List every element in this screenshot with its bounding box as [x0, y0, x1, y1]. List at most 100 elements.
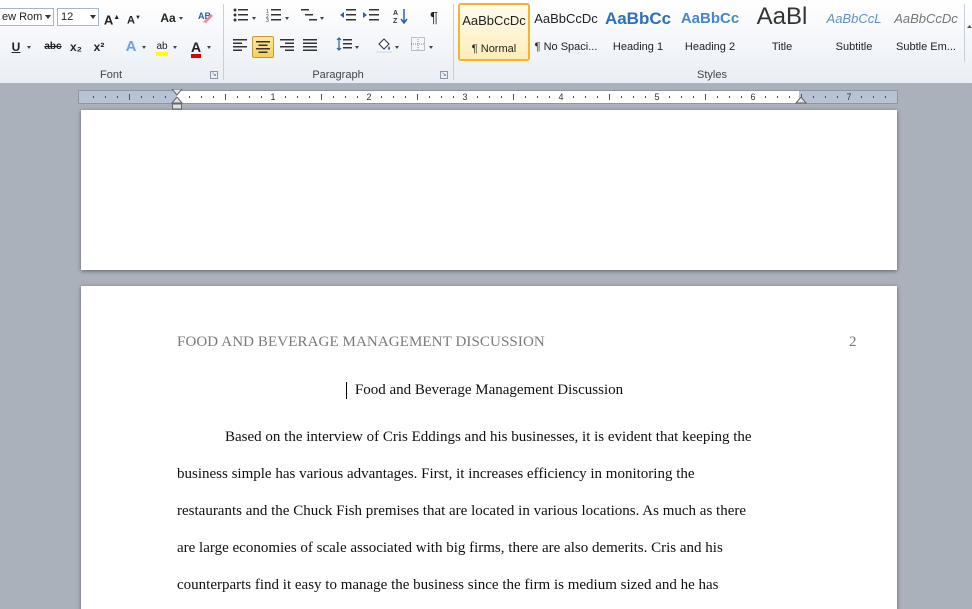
borders-icon	[411, 37, 425, 51]
page-1[interactable]	[81, 110, 897, 270]
text-effects-icon: A	[125, 38, 137, 55]
ruler-tick	[501, 96, 502, 98]
ruler-tick	[129, 94, 130, 100]
right-indent-marker[interactable]	[795, 97, 807, 105]
pilcrow-icon: ¶	[429, 9, 439, 26]
font-size-dropdown[interactable]: 12	[57, 8, 99, 26]
svg-text:3: 3	[266, 18, 269, 22]
ruler-tick	[453, 96, 454, 98]
multilevel-list-button[interactable]	[299, 8, 324, 28]
chevron-down-icon	[355, 46, 359, 49]
chevron-down-icon	[179, 17, 183, 20]
sort-icon: AZ	[393, 9, 408, 25]
change-case-button[interactable]: Aa	[155, 8, 183, 28]
superscript-icon: x²	[93, 40, 105, 54]
ruler-tick	[489, 96, 490, 98]
shrink-font-icon: A	[127, 14, 135, 27]
ruler-tick	[633, 96, 634, 98]
superscript-button[interactable]: x²	[89, 37, 109, 57]
increase-indent-button[interactable]	[361, 8, 381, 28]
ruler-tick	[357, 96, 358, 98]
ruler-tick	[441, 96, 442, 98]
ruler-tick	[477, 96, 478, 98]
font-name-dropdown[interactable]: ew Rom	[0, 8, 54, 26]
sort-button[interactable]: AZ	[391, 8, 411, 28]
horizontal-ruler[interactable]: 1 2 3 4 5 6 7	[78, 89, 898, 110]
ruler-tick	[597, 96, 598, 98]
line-spacing-button[interactable]	[334, 37, 359, 57]
ruler-number: 6	[750, 92, 756, 102]
page-2[interactable]: FOOD AND BEVERAGE MANAGEMENT DISCUSSION …	[81, 286, 897, 609]
ruler-tick	[885, 96, 886, 98]
ruler-tick	[813, 96, 814, 98]
ruler-number: 2	[366, 92, 372, 102]
grow-font-icon: A	[103, 12, 114, 28]
ruler-tick	[741, 96, 742, 98]
clear-format-icon: AB	[198, 11, 213, 23]
ruler-tick	[153, 96, 154, 98]
align-center-icon	[256, 41, 270, 53]
chevron-down-icon	[142, 46, 146, 49]
ruler-tick	[345, 96, 346, 98]
dialog-launcher-icon[interactable]: ↘	[440, 71, 448, 79]
ruler-tick	[621, 96, 622, 98]
chevron-down-icon	[90, 15, 96, 19]
justify-button[interactable]	[300, 37, 320, 57]
ruler-tick	[729, 96, 730, 98]
ruler-tick	[417, 94, 418, 100]
svg-text:Z: Z	[393, 18, 398, 24]
chevron-down-icon	[207, 46, 211, 49]
font-name-value: ew Rom	[2, 11, 43, 23]
hanging-indent-marker[interactable]	[171, 97, 183, 111]
running-header-title: FOOD AND BEVERAGE MANAGEMENT DISCUSSION	[177, 334, 545, 350]
underline-button[interactable]: U	[6, 37, 31, 57]
ruler-tick	[213, 96, 214, 98]
increase-indent-icon	[363, 9, 379, 21]
strikethrough-button[interactable]: abc	[42, 37, 64, 57]
numbering-icon: 123	[266, 9, 281, 24]
ruler-number: 4	[558, 92, 564, 102]
text-effects-button[interactable]: A	[121, 37, 146, 57]
decrease-indent-button[interactable]	[338, 8, 358, 28]
ruler-tick	[693, 96, 694, 98]
highlight-button[interactable]: ab	[152, 37, 177, 57]
ruler-tick	[117, 96, 118, 98]
ruler-number: 3	[462, 92, 468, 102]
dialog-launcher-icon[interactable]: ↘	[210, 71, 218, 79]
grow-font-button[interactable]: A▲	[102, 8, 122, 28]
ruler-number: 5	[654, 92, 660, 102]
ruler-tick	[405, 96, 406, 98]
strikethrough-icon: abc	[44, 41, 62, 52]
chevron-down-icon	[429, 46, 433, 49]
borders-button[interactable]	[408, 37, 433, 57]
ruler-tick	[297, 96, 298, 98]
bullets-button[interactable]	[231, 8, 256, 28]
chevron-down-icon	[320, 17, 324, 20]
page-number: 2	[849, 334, 857, 350]
ruler-tick	[681, 96, 682, 98]
styles-group-label: Styles	[697, 69, 727, 81]
align-left-button[interactable]	[230, 37, 250, 57]
shrink-font-button[interactable]: A▼	[124, 8, 144, 28]
shading-button[interactable]	[374, 37, 399, 57]
numbering-button[interactable]: 123	[264, 8, 289, 28]
font-color-button[interactable]: A	[186, 37, 211, 58]
chevron-down-icon	[45, 15, 51, 19]
highlighter-icon: ab	[156, 41, 168, 56]
chevron-down-icon	[173, 46, 177, 49]
subscript-button[interactable]: x₂	[66, 37, 86, 57]
show-marks-button[interactable]: ¶	[424, 8, 444, 28]
paragraph-group-label: Paragraph	[312, 69, 364, 81]
ruler-tick	[381, 96, 382, 98]
clear-formatting-button[interactable]: AB	[196, 8, 216, 28]
align-right-button[interactable]	[277, 37, 297, 57]
chevron-down-icon	[285, 17, 289, 20]
decrease-indent-icon	[340, 9, 356, 21]
multilevel-list-icon	[301, 9, 317, 21]
ruler-tick	[573, 96, 574, 98]
align-center-button[interactable]	[252, 36, 274, 58]
ruler-tick	[717, 96, 718, 98]
first-line-indent-marker[interactable]	[171, 89, 183, 97]
ruler-tick	[825, 96, 826, 98]
ruler-tick	[201, 96, 202, 98]
